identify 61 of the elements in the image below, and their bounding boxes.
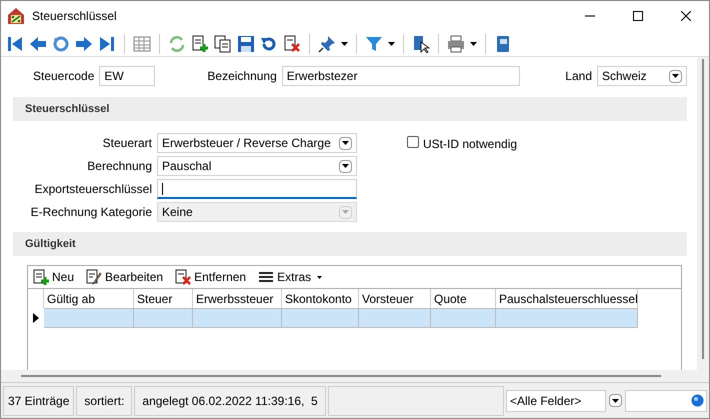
printer-icon[interactable] [447, 34, 465, 52]
dropdown-arrow-icon [339, 160, 352, 172]
first-record-icon[interactable] [6, 34, 24, 52]
dropdown-arrow-icon [669, 70, 682, 82]
field-label: Steuercode [33, 68, 94, 85]
delete-document-icon [175, 269, 192, 285]
toolbar-button[interactable]: Entfernen [175, 268, 246, 286]
undo-icon[interactable] [260, 34, 278, 52]
dropdown-arrow-icon[interactable] [341, 42, 348, 46]
dropdown-arrow-icon [339, 136, 352, 150]
toolbar-button[interactable]: Bearbeiten [86, 268, 164, 286]
scrollbar-thumb[interactable] [21, 375, 661, 377]
scrollbar-thumb[interactable] [702, 59, 704, 359]
arrow-right-icon[interactable] [75, 34, 93, 52]
filter-icon[interactable] [365, 34, 383, 52]
section-header: Gültigkeit [13, 232, 687, 256]
book-icon[interactable] [494, 34, 512, 52]
dropdown-arrow-icon[interactable] [470, 42, 477, 46]
checkbox[interactable] [407, 136, 419, 148]
status-created: angelegt 06.02.2022 11:39:16, 5 [134, 386, 326, 416]
field-label: Steuerart [102, 135, 153, 152]
add-document-icon [33, 269, 49, 285]
add-document-icon[interactable] [191, 34, 209, 52]
dropdown-arrow-icon [609, 394, 622, 407]
status-count: 37 Einträge [3, 386, 74, 416]
text-field[interactable]: Erwerbstezer [282, 66, 520, 86]
search-field[interactable] [625, 390, 707, 412]
save-icon[interactable] [237, 34, 255, 52]
field-label: Land [565, 68, 592, 85]
checkbox-label: USt-ID notwendig [423, 136, 518, 153]
pin-icon[interactable] [318, 34, 336, 52]
dropdown-arrow-icon [339, 206, 352, 218]
toolbar-button[interactable]: Extras [258, 268, 322, 286]
arrow-left-icon[interactable] [29, 34, 47, 52]
globe-icon[interactable] [691, 394, 704, 407]
dropdown-field[interactable]: Erwerbsteuer / Reverse Charge [157, 133, 357, 153]
dropdown-field[interactable]: Schweiz [597, 66, 687, 86]
copy-icon[interactable] [214, 34, 232, 52]
section-header: Steuerschlüssel [13, 97, 687, 121]
delete-document-icon[interactable] [283, 34, 301, 52]
status-sort: sortiert: [76, 386, 132, 416]
field-label: E-Rechnung Kategorie [30, 204, 153, 221]
last-record-icon[interactable] [98, 34, 116, 52]
table-icon[interactable] [133, 34, 151, 52]
text-field[interactable]: EW [99, 66, 156, 86]
document-cursor-icon[interactable] [412, 34, 430, 52]
field-label: Exportsteuerschlüssel [34, 181, 153, 198]
field-label: Berechnung [86, 158, 153, 175]
close-icon[interactable] [681, 11, 691, 21]
dropdown-arrow-icon[interactable] [388, 42, 395, 46]
app-icon [7, 7, 25, 25]
window-title: Steuerschlüssel [32, 8, 117, 25]
dropdown-arrow-icon [317, 276, 322, 278]
text-field[interactable] [157, 179, 357, 199]
menu-icon [258, 269, 274, 285]
dropdown-field[interactable]: Pauschal [157, 156, 357, 176]
edit-document-icon [86, 269, 102, 285]
filter-dropdown[interactable]: <Alle Felder> [506, 390, 606, 412]
field-label: Bezeichnung [207, 68, 277, 85]
toolbar-button[interactable]: Neu [33, 268, 74, 286]
maximize-icon[interactable] [633, 11, 643, 21]
